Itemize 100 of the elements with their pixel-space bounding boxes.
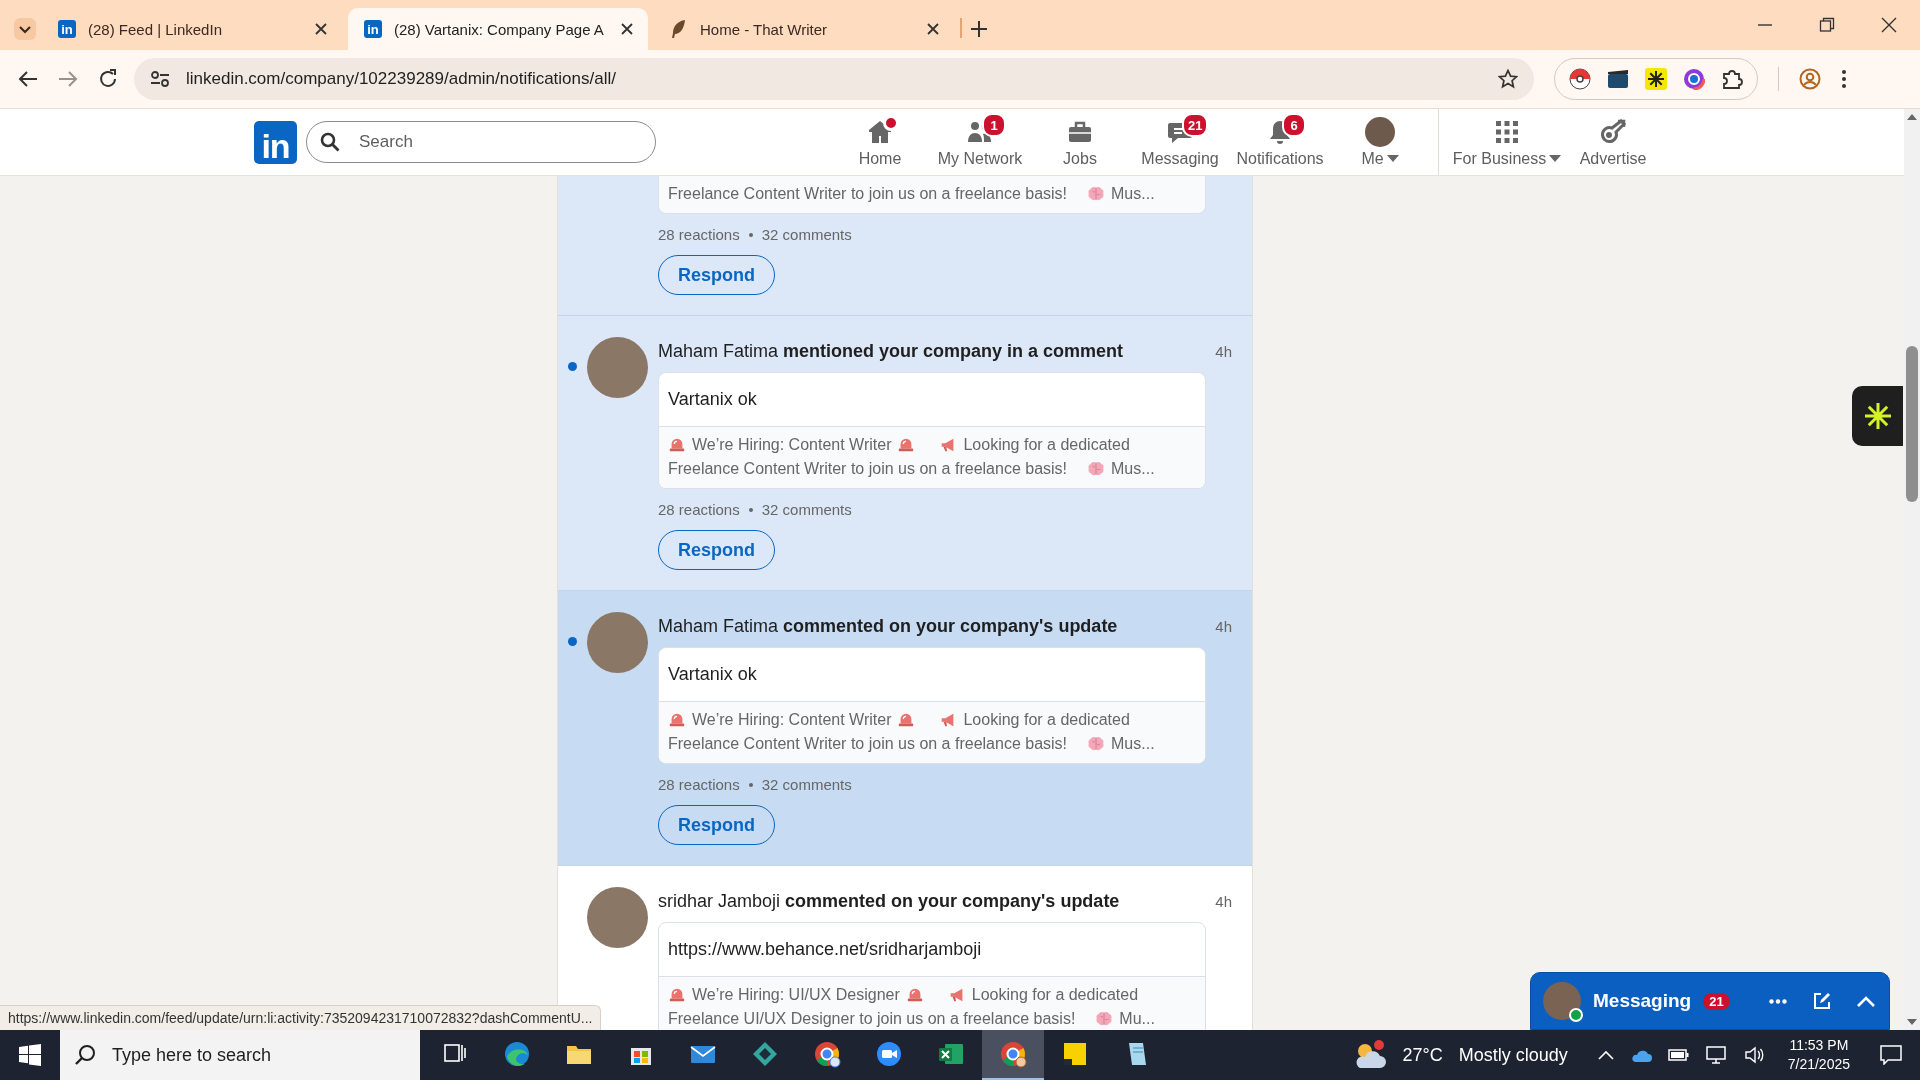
avatar-placeholder bbox=[1365, 117, 1395, 147]
close-icon[interactable] bbox=[620, 22, 634, 36]
notification-headline[interactable]: Maham Fatima mentioned your company in a comment bbox=[658, 340, 1124, 362]
brain-icon bbox=[1095, 1010, 1114, 1028]
network-icon[interactable] bbox=[1705, 1046, 1728, 1064]
post-excerpt-text: Looking for a dedicated bbox=[963, 435, 1130, 455]
notifications-icon[interactable] bbox=[1880, 1045, 1902, 1065]
volume-icon[interactable] bbox=[1743, 1046, 1764, 1064]
nav-link[interactable]: Jobs bbox=[1030, 109, 1130, 175]
avatar-placeholder[interactable] bbox=[587, 612, 648, 673]
new-tab-icon[interactable] bbox=[970, 20, 988, 38]
notification-card[interactable] bbox=[558, 316, 1252, 591]
nav-link[interactable]: Advertise bbox=[1563, 109, 1663, 175]
post-excerpt-text: Freelance Content Writer to join us on a freelance basis! bbox=[668, 734, 1068, 754]
unread-dot bbox=[568, 362, 577, 371]
compose-icon[interactable] bbox=[1813, 992, 1831, 1010]
post-preview-card[interactable]: https://www.behance.net/sridharjamboji We’re Hiring: UI/UX Designer Looking for a dedicated Freelance UI/UX Designer to join us on a freelance basis! Mu... bbox=[658, 922, 1206, 1030]
scroll-up-icon[interactable] bbox=[1907, 113, 1917, 120]
avatar-placeholder[interactable] bbox=[587, 887, 648, 948]
cloud-icon[interactable] bbox=[1629, 1048, 1652, 1062]
clock-time: 11:53 PM bbox=[1789, 1036, 1849, 1055]
video-camera-icon bbox=[874, 1039, 904, 1069]
scrollbar-thumb[interactable] bbox=[1906, 346, 1918, 502]
reactions-count[interactable]: 28 reactions bbox=[658, 226, 740, 243]
more-icon[interactable] bbox=[1769, 998, 1787, 1004]
search-field[interactable]: Search bbox=[306, 121, 656, 163]
siren-icon bbox=[668, 436, 686, 454]
taskbar-clock[interactable]: 11:53 PM 7/21/2025 bbox=[1787, 1036, 1850, 1074]
unread-dot bbox=[568, 637, 577, 646]
nav-link[interactable]: 21 Messaging bbox=[1130, 109, 1230, 175]
weather-condition[interactable]: Mostly cloudy bbox=[1458, 1044, 1568, 1066]
comments-count[interactable]: 32 comments bbox=[761, 226, 852, 243]
nav-link[interactable]: Home bbox=[830, 109, 930, 175]
notification-time: 4h bbox=[1215, 342, 1232, 362]
siren-icon bbox=[897, 436, 916, 454]
post-excerpt-text: Freelance UI/UX Designer to join us on a freelance basis! bbox=[668, 1009, 1076, 1029]
post-excerpt-text: Looking for a dedicated bbox=[963, 710, 1130, 730]
forward-icon[interactable] bbox=[58, 70, 78, 88]
comments-count[interactable]: 32 comments bbox=[761, 501, 852, 518]
search-icon bbox=[320, 132, 340, 152]
notification-headline[interactable]: Maham Fatima commented on your company's update bbox=[658, 615, 1118, 637]
post-excerpt-text: Mus... bbox=[1111, 184, 1155, 204]
menu-icon[interactable] bbox=[1841, 69, 1847, 89]
notification-card[interactable]: Freelance Content Writer to join us on a freelance basis! Mus... 28 reactions 32 comments Respond bbox=[558, 176, 1252, 316]
comments-count[interactable]: 32 comments bbox=[761, 776, 852, 793]
post-excerpt-text: Mus... bbox=[1111, 459, 1155, 479]
reload-icon[interactable] bbox=[98, 69, 118, 89]
close-icon[interactable] bbox=[926, 22, 940, 36]
site-info-icon[interactable] bbox=[150, 70, 170, 88]
post-excerpt-text: Mus... bbox=[1111, 734, 1155, 754]
nav-link[interactable]: 1 My Network bbox=[930, 109, 1030, 175]
chevron-up-icon[interactable] bbox=[1597, 1050, 1614, 1060]
bookmark-star-icon[interactable] bbox=[1498, 69, 1518, 89]
puzzle-icon[interactable] bbox=[1721, 68, 1743, 90]
color-wheel-icon[interactable] bbox=[1683, 68, 1705, 90]
brain-icon bbox=[1087, 735, 1106, 753]
home-icon bbox=[866, 118, 894, 146]
notification-card[interactable] bbox=[558, 591, 1252, 866]
linkedin-favicon: in bbox=[58, 20, 76, 38]
back-icon[interactable] bbox=[18, 70, 38, 88]
notification-badge: 21 bbox=[1182, 113, 1209, 137]
browser-tab[interactable]: in (28) Vartanix: Company Page A bbox=[348, 8, 648, 50]
windows-logo-icon[interactable] bbox=[19, 1044, 41, 1066]
browser-tab[interactable]: in (28) Feed | LinkedIn bbox=[42, 8, 342, 50]
close-icon[interactable] bbox=[1881, 17, 1897, 33]
browser-wave-icon bbox=[502, 1039, 532, 1069]
feather-icon bbox=[670, 19, 688, 39]
asterisk-icon[interactable] bbox=[1645, 68, 1667, 90]
pokeball-icon[interactable] bbox=[1569, 68, 1591, 90]
taskbar-search-field[interactable]: Type here to search bbox=[60, 1030, 420, 1080]
floating-widget-button[interactable] bbox=[1852, 386, 1903, 446]
nav-link[interactable]: Me bbox=[1330, 109, 1430, 175]
reactions-count[interactable]: 28 reactions bbox=[658, 776, 740, 793]
linkedin-logo[interactable]: in bbox=[254, 120, 297, 164]
messaging-bar[interactable]: Messaging 21 bbox=[1530, 972, 1890, 1030]
siren-icon bbox=[668, 711, 686, 729]
notification-headline[interactable]: sridhar Jamboji commented on your company's update bbox=[658, 890, 1120, 912]
post-excerpt-text: Freelance Content Writer to join us on a freelance basis! bbox=[668, 184, 1068, 204]
nav-link[interactable]: 6 Notifications bbox=[1230, 109, 1330, 175]
post-preview-card[interactable]: Vartanix ok We’re Hiring: Content Writer Looking for a dedicated Freelance Content Writer to join us on a freelance basis! Mus... bbox=[658, 647, 1206, 764]
clapperboard-icon[interactable] bbox=[1607, 69, 1629, 89]
tab-list-icon[interactable] bbox=[14, 18, 36, 40]
chrome-icon bbox=[998, 1039, 1028, 1069]
messaging-title: Messaging bbox=[1593, 990, 1692, 1012]
restore-icon[interactable] bbox=[1819, 17, 1835, 33]
profile-icon[interactable] bbox=[1799, 68, 1821, 90]
browser-tab[interactable]: Home - That Writer bbox=[654, 8, 954, 50]
post-preview-card[interactable]: Vartanix ok We’re Hiring: Content Writer Looking for a dedicated Freelance Content Writer to join us on a freelance basis! Mus... bbox=[658, 372, 1206, 489]
scroll-down-icon[interactable] bbox=[1907, 1019, 1917, 1026]
post-preview-card[interactable]: Freelance Content Writer to join us on a freelance basis! Mus... bbox=[658, 176, 1206, 214]
avatar-placeholder[interactable] bbox=[587, 337, 648, 398]
chevron-up-icon[interactable] bbox=[1857, 995, 1875, 1007]
weather-temperature[interactable]: 27°C bbox=[1402, 1044, 1443, 1066]
post-excerpt-text: We’re Hiring: Content Writer bbox=[692, 435, 892, 455]
battery-icon[interactable] bbox=[1667, 1048, 1690, 1062]
address-bar[interactable]: linkedin.com/company/102239289/admin/notifications/all/ bbox=[134, 58, 1534, 100]
linkedin-favicon: in bbox=[364, 20, 382, 38]
close-icon[interactable] bbox=[314, 22, 328, 36]
nav-link[interactable]: For Business bbox=[1451, 109, 1563, 175]
reactions-count[interactable]: 28 reactions bbox=[658, 501, 740, 518]
